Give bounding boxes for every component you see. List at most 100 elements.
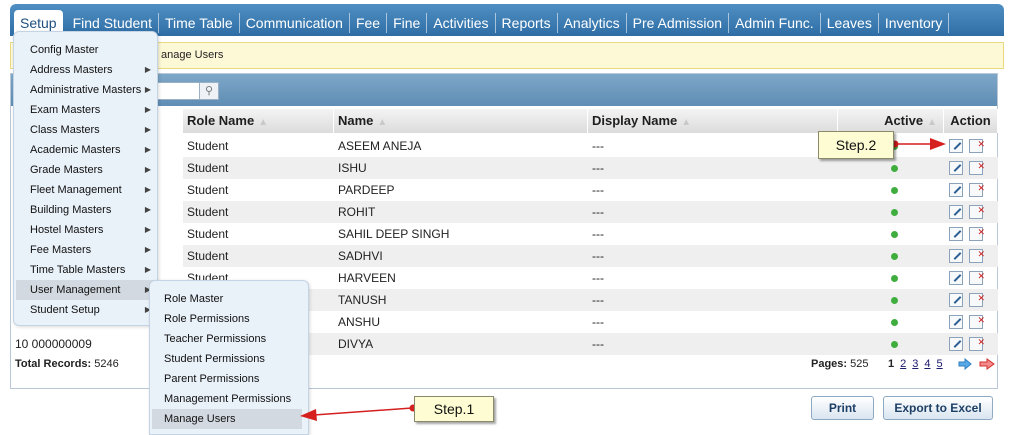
nav-pre-admission[interactable]: Pre Admission xyxy=(627,13,730,33)
setup-menu-item-label: Student Setup xyxy=(30,304,100,316)
nav-fine[interactable]: Fine xyxy=(387,13,428,33)
table-row[interactable]: Student ROHIT --- xyxy=(183,199,998,223)
delete-icon[interactable] xyxy=(969,331,985,353)
setup-menu-item[interactable]: Grade Masters ▶ xyxy=(16,160,157,180)
last-page-icon[interactable] xyxy=(979,358,995,370)
setup-menu-item[interactable]: Class Masters ▶ xyxy=(16,120,157,140)
column-role-name[interactable]: Role Name ▲ xyxy=(183,109,334,133)
delete-icon[interactable] xyxy=(969,265,985,287)
cell-display-name: --- xyxy=(592,205,604,219)
nav-activities[interactable]: Activities xyxy=(427,13,496,33)
nav-analytics[interactable]: Analytics xyxy=(558,13,627,33)
delete-icon[interactable] xyxy=(969,155,985,177)
page-link[interactable]: 5 xyxy=(937,358,943,370)
setup-menu-item[interactable]: Student Setup ▶ xyxy=(16,300,157,320)
export-to-excel-button[interactable]: Export to Excel xyxy=(883,396,993,420)
delete-icon[interactable] xyxy=(969,133,985,155)
delete-icon[interactable] xyxy=(969,309,985,331)
edit-icon[interactable] xyxy=(949,227,963,241)
active-status-icon xyxy=(887,333,898,355)
edit-icon[interactable] xyxy=(949,249,963,263)
breadcrumb-text: anage Users xyxy=(161,49,224,61)
edit-icon[interactable] xyxy=(949,337,963,351)
setup-menu-item-label: Config Master xyxy=(30,44,99,56)
setup-menu-item-label: Class Masters xyxy=(30,124,100,136)
nav-fee[interactable]: Fee xyxy=(350,13,388,33)
user-management-menu-item[interactable]: Student Permissions xyxy=(152,349,302,369)
setup-menu-item[interactable]: Hostel Masters ▶ xyxy=(16,220,157,240)
column-active-label: Active xyxy=(884,113,924,128)
table-row[interactable]: Student PARDEEP --- xyxy=(183,177,998,201)
column-name[interactable]: Name ▲ xyxy=(334,109,588,133)
nav-reports[interactable]: Reports xyxy=(496,13,558,33)
row-actions xyxy=(949,287,989,311)
column-role-name-label: Role Name xyxy=(187,113,255,128)
active-status-icon xyxy=(887,201,898,223)
setup-menu-item-label: Administrative Masters xyxy=(30,84,142,96)
column-active[interactable]: Active ▲ xyxy=(838,109,944,133)
page-link[interactable]: 2 xyxy=(900,358,906,370)
cell-display-name: --- xyxy=(592,337,604,351)
nav-leaves[interactable]: Leaves xyxy=(821,13,879,33)
edit-icon[interactable] xyxy=(949,271,963,285)
user-management-menu-item[interactable]: Management Permissions xyxy=(152,389,302,409)
sort-arrow-icon: ▲ xyxy=(377,117,388,128)
setup-menu-item[interactable]: Time Table Masters ▶ xyxy=(16,260,157,280)
table-row[interactable]: Student ISHU --- xyxy=(183,155,998,179)
setup-menu-item[interactable]: User Management ▶ xyxy=(16,280,157,300)
delete-icon[interactable] xyxy=(969,221,985,243)
nav-find-student[interactable]: Find Student xyxy=(67,13,159,33)
edit-icon[interactable] xyxy=(949,293,963,307)
edit-icon[interactable] xyxy=(949,205,963,219)
cell-role: Student xyxy=(187,183,229,197)
user-management-menu-item-label: Management Permissions xyxy=(164,393,292,405)
nav-admin-func[interactable]: Admin Func. xyxy=(729,13,821,33)
edit-icon[interactable] xyxy=(949,183,963,197)
edit-icon[interactable] xyxy=(949,139,963,153)
page-link[interactable]: 4 xyxy=(924,358,930,370)
submenu-arrow-icon: ▶ xyxy=(144,105,151,114)
user-management-menu-item-label: Parent Permissions xyxy=(164,373,260,385)
user-management-menu-item[interactable]: Role Permissions xyxy=(152,309,302,329)
delete-icon[interactable] xyxy=(969,287,985,309)
nav-time-table[interactable]: Time Table xyxy=(159,13,240,33)
page-link[interactable]: 3 xyxy=(912,358,918,370)
user-management-menu-item[interactable]: Manage Users xyxy=(152,409,302,429)
setup-menu-item[interactable]: Fleet Management ▶ xyxy=(16,180,157,200)
delete-icon[interactable] xyxy=(969,243,985,265)
setup-menu-item[interactable]: Fee Masters ▶ xyxy=(16,240,157,260)
step1-arrow-line xyxy=(313,407,413,416)
submenu-arrow-icon: ▶ xyxy=(144,225,151,234)
nav-communication[interactable]: Communication xyxy=(240,13,350,33)
setup-menu-item[interactable]: Exam Masters ▶ xyxy=(16,100,157,120)
table-row[interactable]: Student SADHVI --- xyxy=(183,243,998,267)
delete-icon[interactable] xyxy=(969,199,985,221)
cell-name: HARVEEN xyxy=(338,271,396,285)
column-display-name[interactable]: Display Name ▲ xyxy=(588,109,838,133)
submenu-arrow-icon: ▶ xyxy=(144,165,151,174)
setup-menu-item-label: Fee Masters xyxy=(30,244,92,256)
setup-menu-item[interactable]: Building Masters ▶ xyxy=(16,200,157,220)
nav-inventory[interactable]: Inventory xyxy=(879,13,950,33)
search-icon[interactable]: ⚲ xyxy=(199,82,219,100)
submenu-arrow-icon: ▶ xyxy=(144,85,151,94)
setup-menu-item[interactable]: Address Masters ▶ xyxy=(16,60,157,80)
setup-menu-item[interactable]: Academic Masters ▶ xyxy=(16,140,157,160)
edit-icon[interactable] xyxy=(949,315,963,329)
delete-icon[interactable] xyxy=(969,177,985,199)
user-management-menu-item[interactable]: Role Master xyxy=(152,289,302,309)
user-management-menu-item[interactable]: Parent Permissions xyxy=(152,369,302,389)
print-button[interactable]: Print xyxy=(811,396,874,420)
cell-display-name: --- xyxy=(592,183,604,197)
cell-display-name: --- xyxy=(592,139,604,153)
edit-icon[interactable] xyxy=(949,161,963,175)
next-page-icon[interactable] xyxy=(958,358,972,370)
setup-menu-item[interactable]: Config Master xyxy=(16,40,157,60)
step1-callout: Step.1 xyxy=(414,396,494,422)
table-row[interactable]: Student SAHIL DEEP SINGH --- xyxy=(183,221,998,245)
row-actions xyxy=(949,265,989,289)
page-link[interactable]: 1 xyxy=(888,358,894,370)
cell-name: PARDEEP xyxy=(338,183,395,197)
user-management-menu-item[interactable]: Teacher Permissions xyxy=(152,329,302,349)
setup-menu-item[interactable]: Administrative Masters ▶ xyxy=(16,80,157,100)
